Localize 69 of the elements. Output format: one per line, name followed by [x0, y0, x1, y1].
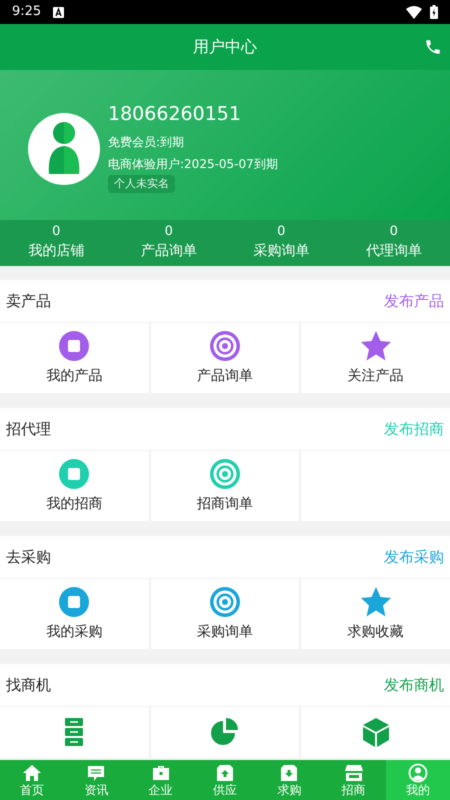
person-icon: [47, 122, 81, 176]
nav-tab[interactable]: 供应: [192, 760, 258, 800]
notification-icon: [53, 6, 64, 18]
menu-tile[interactable]: [0, 707, 149, 758]
tile-label: 我的产品: [46, 366, 102, 386]
stat-label[interactable]: 代理询单: [366, 240, 422, 262]
menu-tile[interactable]: 关注产品: [301, 323, 450, 393]
header-title: 用户中心: [193, 36, 257, 58]
user-icon: [408, 763, 428, 783]
tile-label: 采购询单: [196, 622, 253, 642]
stat-label[interactable]: 采购询单: [253, 240, 310, 262]
menu-tile[interactable]: [150, 707, 300, 758]
publish-link[interactable]: 发布商机: [384, 674, 444, 696]
menu-tile[interactable]: 我的产品: [0, 323, 149, 393]
nav-tab[interactable]: 求购: [257, 760, 322, 800]
menu-tile[interactable]: 求购收藏: [301, 579, 450, 649]
nav-tab[interactable]: 招商: [321, 760, 386, 800]
menu-tile[interactable]: 我的采购: [0, 579, 149, 649]
verification-tag: 个人未实名: [108, 174, 175, 194]
menu-tile[interactable]: 产品询单: [150, 323, 300, 393]
nav-tab[interactable]: 首页: [0, 760, 64, 800]
tile-label: 求购收藏: [348, 622, 404, 642]
stop-circle-icon: [58, 458, 90, 490]
section-title: 卖产品: [6, 290, 51, 312]
phone-number: 18066260151: [108, 102, 242, 127]
target-icon: [208, 586, 241, 618]
tile-label: 招商询单: [196, 494, 253, 514]
tile-label: 产品询单: [196, 366, 253, 386]
menu-tile[interactable]: [301, 707, 450, 758]
stat-label[interactable]: 我的店铺: [28, 240, 84, 262]
stat-value: 0: [52, 224, 60, 240]
download-box-icon: [279, 763, 300, 783]
briefcase-icon: [150, 763, 171, 783]
trial-expiry: 电商体验用户:2025-05-07到期: [108, 156, 278, 173]
nav-tab[interactable]: 资讯: [64, 760, 129, 800]
tile-label: 关注产品: [348, 366, 404, 386]
nav-tab[interactable]: 企业: [128, 760, 193, 800]
battery-icon: [430, 5, 438, 19]
nav-tab[interactable]: 我的: [386, 760, 450, 800]
section-title: 找商机: [6, 674, 51, 696]
stat-value: 0: [390, 224, 398, 240]
target-icon: [208, 458, 241, 490]
star-icon: [360, 586, 392, 618]
wifi-icon: [406, 6, 422, 18]
stop-circle-icon: [58, 330, 90, 362]
phone-icon[interactable]: [424, 38, 442, 56]
publish-link[interactable]: 发布产品: [384, 290, 444, 312]
pie-chart-icon: [208, 716, 241, 748]
upload-box-icon: [214, 763, 235, 783]
store-icon: [344, 763, 364, 783]
target-icon: [208, 330, 241, 362]
stat-value: 0: [277, 224, 286, 240]
section-title: 招代理: [6, 418, 51, 440]
menu-tile[interactable]: 招商询单: [150, 451, 300, 521]
star-icon: [360, 330, 392, 362]
membership-status: 免费会员:到期: [108, 134, 186, 151]
publish-link[interactable]: 发布采购: [384, 546, 444, 568]
menu-tile[interactable]: 我的招商: [0, 451, 149, 521]
menu-tile[interactable]: 采购询单: [150, 579, 300, 649]
publish-link[interactable]: 发布招商: [384, 418, 444, 440]
home-icon: [22, 763, 42, 783]
stop-circle-icon: [58, 586, 90, 618]
stat-value: 0: [164, 224, 173, 240]
chat-icon: [86, 763, 106, 783]
tile-label: 我的招商: [46, 494, 102, 514]
status-time: 9:25: [12, 3, 42, 22]
section-title: 去采购: [6, 546, 51, 568]
stat-label[interactable]: 产品询单: [140, 240, 197, 262]
tile-label: 我的采购: [46, 622, 102, 642]
